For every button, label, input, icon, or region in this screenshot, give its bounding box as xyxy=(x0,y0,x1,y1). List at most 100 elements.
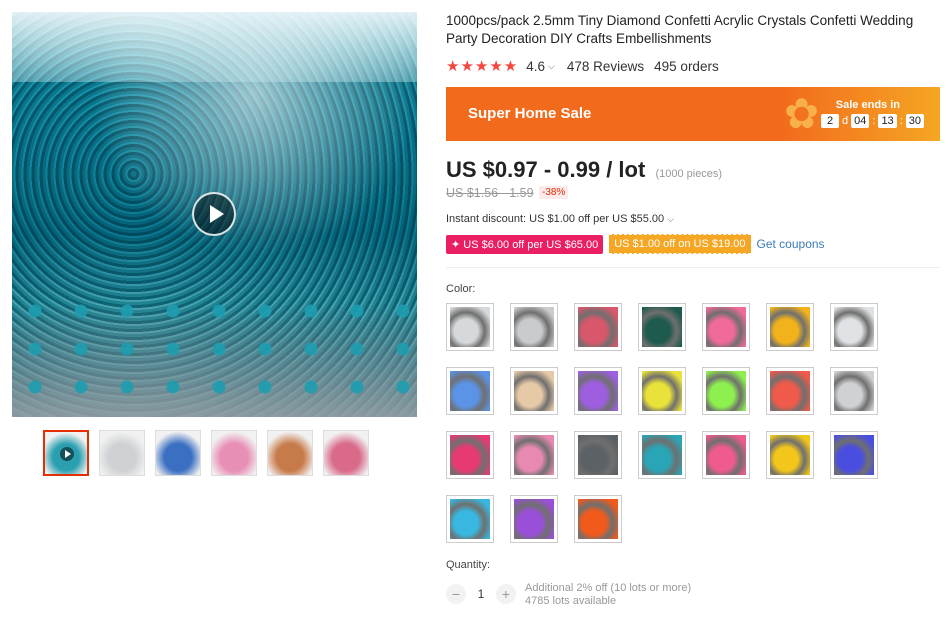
video-play-icon[interactable] xyxy=(192,192,236,236)
color-swatch[interactable] xyxy=(830,431,878,479)
color-swatch[interactable] xyxy=(638,303,686,351)
swatch-image xyxy=(706,435,746,475)
chevron-down-icon: ⌵ xyxy=(667,214,674,224)
coupon-row: ✦ US $6.00 off per US $65.00 US $1.00 of… xyxy=(446,234,825,254)
star-rating-icon: ★★★★★ xyxy=(446,58,519,75)
swatch-image xyxy=(514,307,554,347)
chevron-down-icon[interactable]: ⌵ xyxy=(548,61,555,72)
swatch-image xyxy=(514,371,554,411)
color-swatch[interactable] xyxy=(766,367,814,415)
swatch-image xyxy=(770,307,810,347)
countdown-seconds: 30 xyxy=(905,114,924,128)
color-swatch[interactable] xyxy=(574,303,622,351)
thumbnail-strip xyxy=(43,430,369,476)
color-swatch[interactable] xyxy=(574,431,622,479)
get-coupons-link[interactable]: Get coupons xyxy=(757,237,825,251)
color-swatch[interactable] xyxy=(510,367,558,415)
countdown-hours: 04 xyxy=(851,114,870,128)
countdown-separator: : xyxy=(899,115,903,127)
color-swatch[interactable] xyxy=(574,495,622,543)
swatch-image xyxy=(642,307,682,347)
color-swatch[interactable] xyxy=(702,431,750,479)
sale-banner: Super Home Sale ✿ Sale ends in 2 d 04 : … xyxy=(446,87,940,141)
quantity-increase-button[interactable]: + xyxy=(496,584,516,604)
color-swatch[interactable] xyxy=(446,303,494,351)
product-title: 1000pcs/pack 2.5mm Tiny Diamond Confetti… xyxy=(446,13,914,46)
swatch-image xyxy=(834,435,874,475)
color-swatch-grid xyxy=(446,303,886,543)
bulk-discount-note: Additional 2% off (10 lots or more) xyxy=(525,582,692,594)
instant-discount[interactable]: Instant discount: US $1.00 off per US $5… xyxy=(446,213,674,225)
lots-available: 4785 lots available xyxy=(525,595,617,607)
lot-pieces: (1000 pieces) xyxy=(655,168,723,180)
color-swatch[interactable] xyxy=(638,431,686,479)
video-play-icon xyxy=(60,447,74,461)
swatch-image xyxy=(642,435,682,475)
coupon-select[interactable]: US $1.00 off on US $19.00 xyxy=(609,234,751,254)
swatch-image xyxy=(578,307,618,347)
gallery-thumbnail[interactable] xyxy=(155,430,201,476)
swatch-image xyxy=(642,371,682,411)
swatch-image xyxy=(834,371,874,411)
rating-row: ★★★★★ 4.6 ⌵ 478 Reviews 495 orders xyxy=(446,57,719,75)
gallery-thumbnail[interactable] xyxy=(99,430,145,476)
color-swatch[interactable] xyxy=(574,367,622,415)
current-price: US $0.97 - 0.99 / lot xyxy=(446,157,646,182)
divider xyxy=(446,267,940,268)
color-swatch[interactable] xyxy=(510,431,558,479)
color-swatch[interactable] xyxy=(510,495,558,543)
gallery-thumbnail[interactable] xyxy=(267,430,313,476)
bag-top-image-area xyxy=(12,12,417,82)
color-swatch[interactable] xyxy=(446,367,494,415)
color-swatch[interactable] xyxy=(510,303,558,351)
rating-value[interactable]: 4.6 xyxy=(526,59,545,74)
swatch-image xyxy=(578,499,618,539)
color-swatch[interactable] xyxy=(766,431,814,479)
gallery-thumbnail[interactable] xyxy=(43,430,89,476)
gallery-thumbnail[interactable] xyxy=(211,430,257,476)
gallery-thumbnail[interactable] xyxy=(323,430,369,476)
countdown-days-unit: d xyxy=(842,115,849,127)
discount-badge: -38% xyxy=(539,186,569,199)
color-swatch[interactable] xyxy=(702,367,750,415)
quantity-decrease-button[interactable]: − xyxy=(446,584,466,604)
swatch-image xyxy=(450,499,490,539)
quantity-input[interactable]: 1 xyxy=(466,587,496,601)
sale-title: Super Home Sale xyxy=(468,105,592,122)
quantity-info: Additional 2% off (10 lots or more) 4785… xyxy=(525,582,691,608)
coupon-store[interactable]: ✦ US $6.00 off per US $65.00 xyxy=(446,234,604,254)
sale-countdown: 2 d 04 : 13 : 30 xyxy=(821,114,924,128)
swatch-image xyxy=(770,371,810,411)
countdown-separator: : xyxy=(872,115,876,127)
color-swatch[interactable] xyxy=(766,303,814,351)
color-swatch[interactable] xyxy=(446,495,494,543)
swatch-image xyxy=(450,435,490,475)
swatch-image xyxy=(450,307,490,347)
swatch-image xyxy=(706,371,746,411)
instant-discount-text: Instant discount: US $1.00 off per US $5… xyxy=(446,213,665,225)
quantity-stepper: − 1 + xyxy=(446,584,516,604)
swatch-image xyxy=(514,499,554,539)
countdown-days: 2 xyxy=(821,114,839,128)
sale-ends-label: Sale ends in xyxy=(835,99,900,111)
swatch-image xyxy=(450,371,490,411)
main-product-image[interactable] xyxy=(12,12,417,417)
swatch-image xyxy=(834,307,874,347)
reviews-link[interactable]: 478 Reviews xyxy=(567,59,644,74)
color-swatch[interactable] xyxy=(702,303,750,351)
orders-count: 495 orders xyxy=(654,58,719,74)
swatch-image xyxy=(578,435,618,475)
swatch-image xyxy=(706,307,746,347)
color-swatch[interactable] xyxy=(830,367,878,415)
scattered-crystals-image-area xyxy=(12,292,417,417)
price-range: US $0.97 - 0.99 / lot (1000 pieces) xyxy=(446,157,722,183)
swatch-image xyxy=(578,371,618,411)
original-price: US $1.56 - 1.59 xyxy=(446,186,534,200)
countdown-minutes: 13 xyxy=(878,114,897,128)
quantity-label: Quantity: xyxy=(446,559,491,571)
color-swatch[interactable] xyxy=(446,431,494,479)
color-swatch[interactable] xyxy=(830,303,878,351)
color-label: Color: xyxy=(446,283,476,295)
color-swatch[interactable] xyxy=(638,367,686,415)
swatch-image xyxy=(514,435,554,475)
